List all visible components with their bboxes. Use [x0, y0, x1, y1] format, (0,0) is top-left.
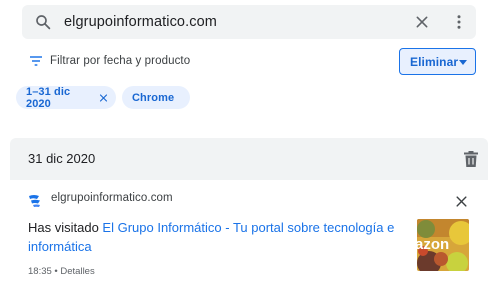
visit-prefix: Has visitado	[28, 220, 103, 235]
search-bar[interactable]: elgrupoinformatico.com	[22, 5, 476, 39]
thumbnail-text: azon	[417, 236, 449, 253]
site-domain: elgrupoinformatico.com	[51, 192, 173, 204]
visit-meta: 18:35 • Detalles	[28, 266, 95, 277]
visit-time: 18:35	[28, 266, 52, 277]
site-favicon	[29, 195, 40, 207]
date-group-header: 31 dic 2020	[10, 138, 488, 180]
chip-product[interactable]: Chrome	[122, 86, 190, 109]
search-icon	[36, 15, 51, 30]
close-icon[interactable]	[99, 93, 108, 103]
filter-label: Filtrar por fecha y producto	[50, 55, 191, 67]
trash-icon[interactable]	[464, 151, 478, 167]
chip-label: 1–31 dic 2020	[26, 85, 71, 110]
details-link[interactable]: Detalles	[60, 266, 94, 277]
visit-description: Has visitado El Grupo Informático - Tu p…	[28, 219, 398, 256]
chip-date-range[interactable]: 1–31 dic 2020	[16, 85, 116, 110]
more-vert-icon[interactable]	[450, 13, 468, 31]
caret-down-icon	[459, 60, 467, 65]
history-entry[interactable]: elgrupoinformatico.com Has visitado El G…	[0, 180, 500, 281]
filter-list-icon	[30, 56, 42, 66]
page-thumbnail[interactable]: azon	[417, 219, 469, 271]
date-label: 31 dic 2020	[28, 151, 96, 166]
search-input[interactable]: elgrupoinformatico.com	[64, 5, 217, 39]
delete-button-label: Eliminar	[410, 54, 459, 69]
close-icon[interactable]	[455, 195, 468, 208]
chip-label: Chrome	[132, 91, 175, 104]
filter-button[interactable]: Filtrar por fecha y producto	[28, 51, 190, 71]
delete-dropdown-button[interactable]: Eliminar	[399, 48, 476, 75]
close-icon[interactable]	[414, 14, 430, 30]
